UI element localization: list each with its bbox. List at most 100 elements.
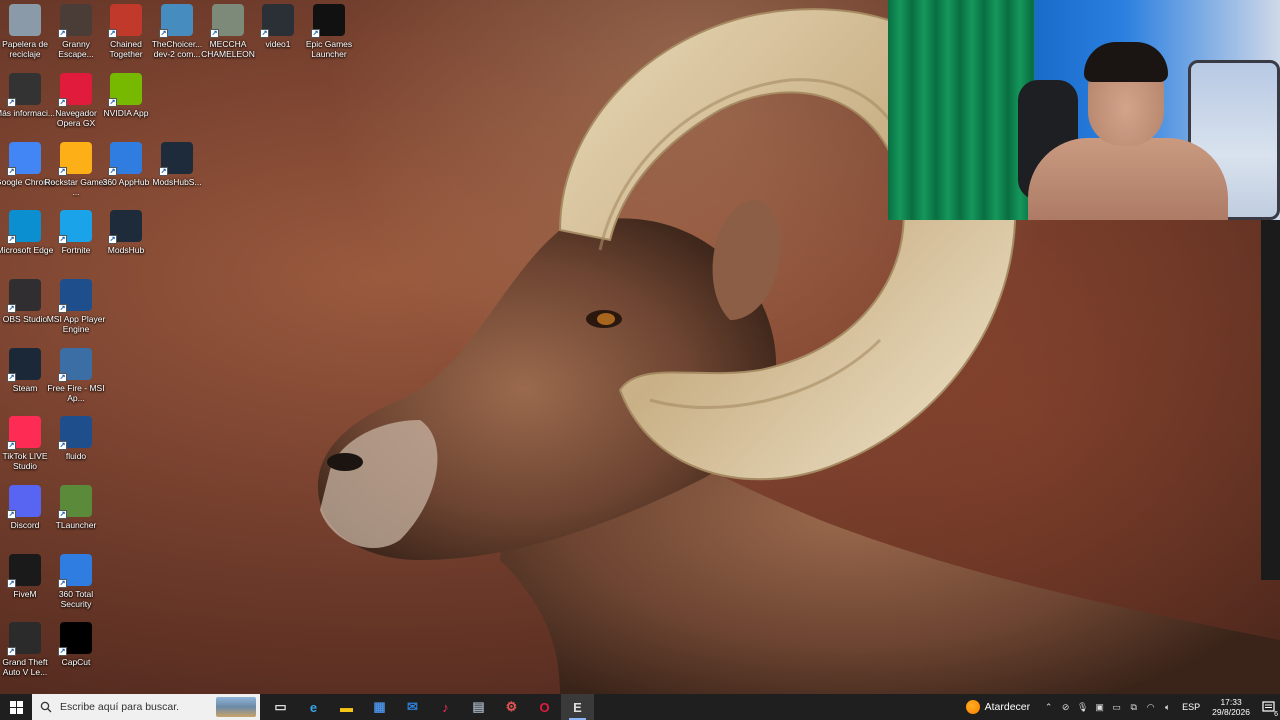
shortcut-arrow-icon: ↗ xyxy=(7,373,16,382)
search-highlight-image xyxy=(216,697,256,717)
weather-widget[interactable]: Atardecer xyxy=(956,700,1041,714)
volume-icon[interactable]: 🔈︎ xyxy=(1159,694,1176,720)
godot-icon: ↗ xyxy=(159,4,193,38)
desktop-icon-label: fluido xyxy=(65,451,87,461)
weather-label: Atardecer xyxy=(984,701,1031,713)
epic-games-icon: E xyxy=(573,699,582,715)
shortcut-arrow-icon: ↗ xyxy=(311,29,320,38)
wifi-icon[interactable]: ◠ xyxy=(1142,694,1159,720)
desktop-icon-capcut[interactable]: ↗ CapCut xyxy=(44,622,108,667)
taskbar-pinned-apps: ▭ e ▬ ▦ ✉ ♪ ▤ ⚙ O E xyxy=(264,694,594,720)
gta-icon: ↗ xyxy=(7,622,41,656)
modshub-icon: ↗ xyxy=(159,142,193,176)
taskbar-app-file-explorer[interactable]: ▬ xyxy=(330,694,363,720)
desktop-icon-label: NVIDIA App xyxy=(103,108,149,118)
shortcut-arrow-icon: ↗ xyxy=(7,235,16,244)
green-curtain xyxy=(888,0,1034,220)
shortcut-arrow-icon: ↗ xyxy=(58,647,67,656)
streamer-torso xyxy=(1028,138,1228,220)
fortnite-icon: ↗ xyxy=(58,210,92,244)
desktop-icon-msi[interactable]: ↗ MSI App Player Engine xyxy=(44,279,108,334)
taskbar-app-chained-together[interactable]: ⚙ xyxy=(495,694,528,720)
msi-app-player-icon: ↗ xyxy=(58,416,92,450)
chained-together-icon: ⚙ xyxy=(505,699,518,714)
chrome-icon: ↗ xyxy=(7,142,41,176)
desktop-icon-fluido[interactable]: ↗ fluido xyxy=(44,416,108,461)
taskbar-app-edge[interactable]: e xyxy=(297,694,330,720)
taskbar-app-task-view[interactable]: ▭ xyxy=(264,694,297,720)
desktop-icon-label: MSI App Player Engine xyxy=(46,314,106,334)
edge-icon: ↗ xyxy=(7,210,41,244)
desktop-icon-epic[interactable]: ↗ Epic Games Launcher xyxy=(297,4,361,59)
shortcut-arrow-icon: ↗ xyxy=(58,441,67,450)
chevron-up-icon[interactable]: ⌃ xyxy=(1040,694,1057,720)
notification-icon xyxy=(1261,700,1275,712)
shortcut-arrow-icon: ↗ xyxy=(210,29,219,38)
shortcut-arrow-icon: ↗ xyxy=(7,98,16,107)
shortcut-arrow-icon: ↗ xyxy=(7,304,16,313)
desktop-icon-label: Epic Games Launcher xyxy=(305,39,353,59)
microphone-icon[interactable]: 🎙︎ xyxy=(1074,694,1091,720)
side-panel-edge xyxy=(1261,220,1280,580)
nvidia-icon: ↗ xyxy=(108,73,142,107)
shortcut-arrow-icon: ↗ xyxy=(7,167,16,176)
taskbar-app-mail[interactable]: ✉ xyxy=(396,694,429,720)
search-placeholder: Escribe aquí para buscar. xyxy=(60,701,180,713)
task-view-icon: ▭ xyxy=(274,699,287,714)
notepad-icon: ▤ xyxy=(472,699,485,714)
network-off-icon[interactable]: ⊘ xyxy=(1057,694,1074,720)
shortcut-arrow-icon: ↗ xyxy=(108,167,117,176)
epic-games-icon: ↗ xyxy=(311,4,345,38)
input-language[interactable]: ESP xyxy=(1176,702,1206,712)
chained-together-icon: ↗ xyxy=(108,4,142,38)
shortcut-arrow-icon: ↗ xyxy=(58,167,67,176)
taskbar-app-epic-games[interactable]: E xyxy=(561,694,594,720)
desktop-icon-label: TLauncher xyxy=(55,520,97,530)
desktop-icon-modshub[interactable]: ↗ ModsHub xyxy=(94,210,158,255)
desktop-icon-modshubs[interactable]: ↗ ModsHubS... xyxy=(145,142,209,187)
modshub-icon: ↗ xyxy=(108,210,142,244)
desktop-icon-nvidia[interactable]: ↗ NVIDIA App xyxy=(94,73,158,118)
store-icon: ▦ xyxy=(373,699,386,714)
opera-gx-icon: ↗ xyxy=(58,73,92,107)
notification-center-button[interactable]: 6 xyxy=(1256,694,1280,720)
desktop-icon-360-security[interactable]: ↗ 360 Total Security xyxy=(44,554,108,609)
taskbar-search-box[interactable]: Escribe aquí para buscar. xyxy=(32,694,260,720)
start-button[interactable] xyxy=(0,694,32,720)
windows-logo-icon xyxy=(9,700,23,714)
clock[interactable]: 17:33 29/8/2026 xyxy=(1206,697,1256,717)
desktop-icon-label: ModsHubS... xyxy=(152,177,202,187)
taskbar-app-tiktok[interactable]: ♪ xyxy=(429,694,462,720)
apphub-icon: ↗ xyxy=(108,142,142,176)
desktop-icon-label: 360 Total Security xyxy=(58,589,94,609)
taskbar-app-store[interactable]: ▦ xyxy=(363,694,396,720)
taskbar-app-opera-gx[interactable]: O xyxy=(528,694,561,720)
shortcut-arrow-icon: ↗ xyxy=(7,441,16,450)
screen-capture-icon[interactable]: ⧉ xyxy=(1125,694,1142,720)
search-icon xyxy=(40,701,52,713)
info-circle-icon: ↗ xyxy=(7,73,41,107)
shortcut-arrow-icon: ↗ xyxy=(159,167,168,176)
recycle-bin-icon xyxy=(9,4,41,36)
shortcut-arrow-icon: ↗ xyxy=(159,29,168,38)
app-tray-icon[interactable]: ▣ xyxy=(1091,694,1108,720)
shortcut-arrow-icon: ↗ xyxy=(58,29,67,38)
taskbar-app-notepad[interactable]: ▤ xyxy=(462,694,495,720)
desktop-icon-label: CapCut xyxy=(61,657,91,667)
desktop-icon-steam[interactable]: ↗ Steam xyxy=(0,348,57,393)
fivem-icon: ↗ xyxy=(7,554,41,588)
shortcut-arrow-icon: ↗ xyxy=(58,579,67,588)
streamer-hair xyxy=(1084,42,1168,82)
display-icon[interactable]: ▭ xyxy=(1108,694,1125,720)
meccha-icon: ↗ xyxy=(210,4,244,38)
shortcut-arrow-icon: ↗ xyxy=(58,304,67,313)
sunset-weather-icon xyxy=(965,700,980,714)
minecraft-block-icon: ↗ xyxy=(58,485,92,519)
shortcut-arrow-icon: ↗ xyxy=(108,98,117,107)
taskbar: Escribe aquí para buscar. ▭ e ▬ ▦ ✉ ♪ ▤ ⚙ O E Ata… xyxy=(0,694,1280,720)
shortcut-arrow-icon: ↗ xyxy=(58,235,67,244)
tiktok-icon: ↗ xyxy=(7,416,41,450)
desktop-icon-tlauncher[interactable]: ↗ TLauncher xyxy=(44,485,108,530)
shortcut-arrow-icon: ↗ xyxy=(58,98,67,107)
obs-icon: ↗ xyxy=(7,279,41,313)
